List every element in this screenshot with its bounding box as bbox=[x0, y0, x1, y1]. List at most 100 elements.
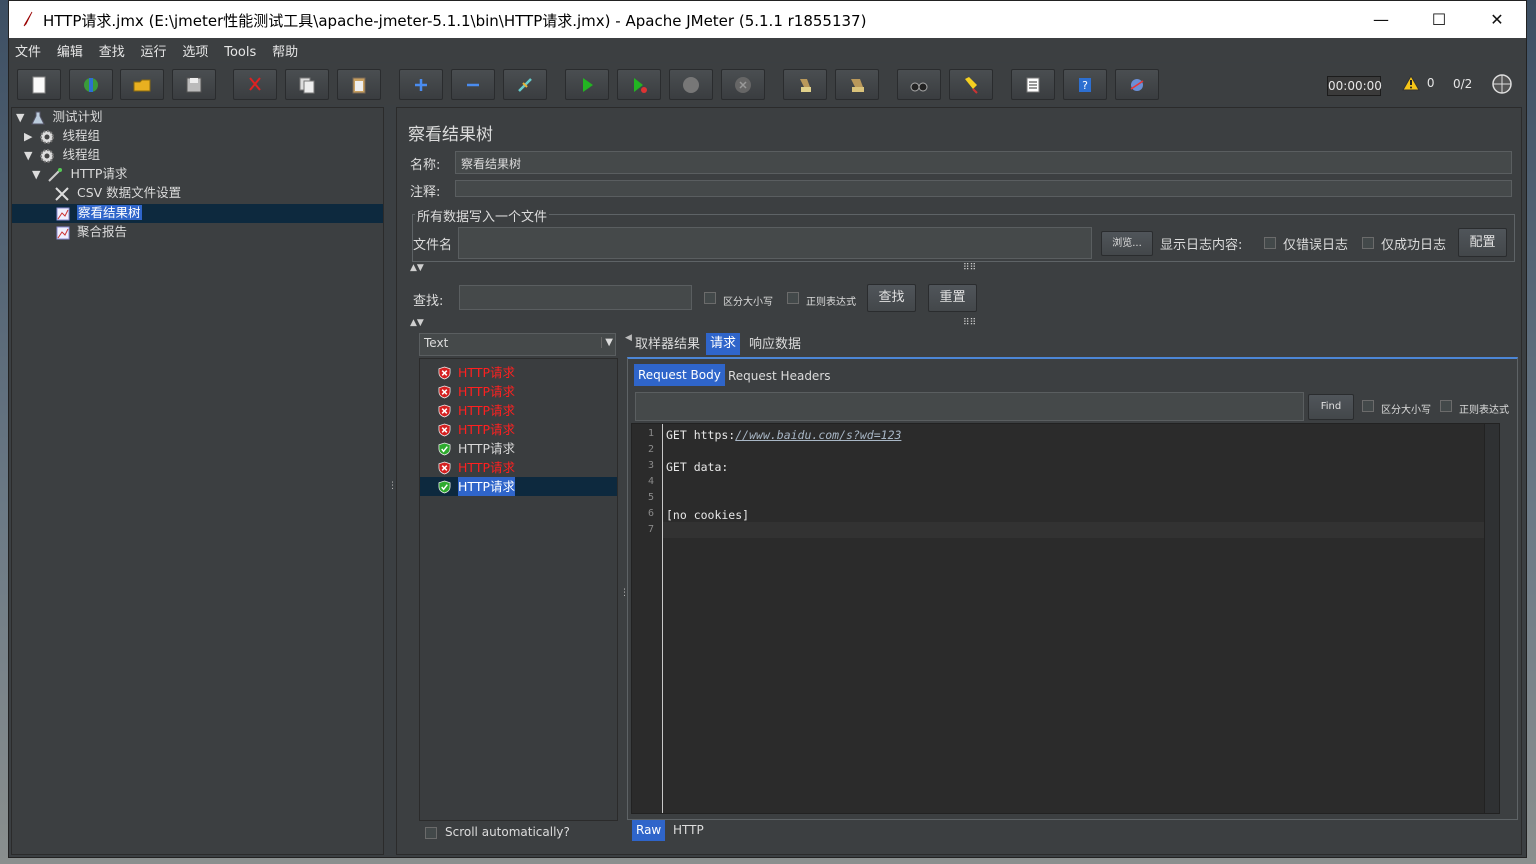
title-bar: HTTP请求.jmx (E:\jmeter性能测试工具\apache-jmete… bbox=[9, 1, 1526, 38]
maximize-icon: ☐ bbox=[1431, 10, 1447, 29]
case-sensitive-checkbox[interactable] bbox=[704, 292, 716, 304]
tab-request-body[interactable]: Request Body bbox=[634, 364, 725, 386]
tree-item-test-plan[interactable]: ▼ 测试计划 bbox=[16, 108, 102, 126]
line-number: 3 bbox=[647, 460, 654, 471]
find-button[interactable]: 查找 bbox=[867, 284, 916, 312]
tab-response-data[interactable]: 响应数据 bbox=[745, 334, 805, 356]
configure-button[interactable]: 配置 bbox=[1458, 228, 1507, 257]
menu-tools[interactable]: Tools bbox=[218, 42, 262, 63]
shutdown-button[interactable] bbox=[721, 69, 765, 100]
start-no-pause-button[interactable] bbox=[617, 69, 661, 100]
tab-raw[interactable]: Raw bbox=[632, 820, 666, 841]
play-icon bbox=[583, 77, 593, 92]
menu-run[interactable]: 运行 bbox=[135, 38, 173, 63]
errors-only-checkbox[interactable] bbox=[1264, 237, 1276, 249]
save-button[interactable] bbox=[172, 69, 216, 100]
help-button[interactable]: ? bbox=[1063, 69, 1107, 100]
drag-handle-icon[interactable]: ⠿⠿ bbox=[963, 318, 976, 328]
sample-label: HTTP请求 bbox=[458, 384, 515, 399]
renderer-select[interactable]: Text ▼ bbox=[419, 333, 616, 356]
stop-button[interactable] bbox=[669, 69, 713, 100]
detail-find-button[interactable]: Find bbox=[1308, 394, 1354, 420]
new-button[interactable] bbox=[17, 69, 61, 100]
code-text: GET data: bbox=[666, 460, 729, 474]
sample-result-row[interactable]: HTTP请求 bbox=[420, 420, 617, 439]
pipette-icon bbox=[48, 167, 63, 182]
tab-request[interactable]: 请求 bbox=[706, 333, 741, 355]
sample-result-row[interactable]: HTTP请求 bbox=[420, 363, 617, 382]
reset-search-button[interactable] bbox=[949, 69, 993, 100]
expanded-triangle-icon: ▼ bbox=[24, 148, 33, 162]
warning-indicator[interactable]: 0 bbox=[1402, 74, 1434, 91]
tree-item-thread-group-2[interactable]: ▼ 线程组 bbox=[24, 146, 100, 164]
sample-result-row[interactable]: HTTP请求 bbox=[420, 382, 617, 401]
search-input[interactable] bbox=[459, 285, 692, 310]
globe-icon[interactable] bbox=[1491, 73, 1513, 95]
reset-button[interactable]: 重置 bbox=[928, 284, 977, 312]
line-number: 2 bbox=[647, 444, 654, 455]
expand-all-button[interactable] bbox=[399, 69, 443, 100]
eraser-icon bbox=[965, 76, 978, 94]
sample-result-row[interactable]: HTTP请求 bbox=[420, 458, 617, 477]
copy-button[interactable] bbox=[285, 69, 329, 100]
collapse-up-down-icon[interactable]: ▲▼ bbox=[410, 263, 424, 273]
maximize-button[interactable]: ☐ bbox=[1410, 1, 1468, 38]
menu-file[interactable]: 文件 bbox=[9, 38, 47, 63]
warning-icon bbox=[1402, 74, 1420, 91]
tab-sampler-result[interactable]: 取样器结果 bbox=[631, 334, 704, 356]
scroll-automatically-checkbox[interactable] bbox=[425, 827, 437, 839]
drag-handle-icon[interactable]: ⠿⠿ bbox=[963, 263, 976, 273]
tab-request-headers[interactable]: Request Headers bbox=[724, 365, 835, 387]
tab-http[interactable]: HTTP bbox=[669, 819, 708, 841]
tree-item-http-request[interactable]: ▼ HTTP请求 bbox=[32, 165, 127, 183]
remote-button[interactable] bbox=[1115, 69, 1159, 100]
function-helper-button[interactable] bbox=[1011, 69, 1055, 100]
split-pane-divider[interactable]: ⋮ bbox=[387, 107, 397, 855]
collapse-up-down-icon[interactable]: ▲▼ bbox=[410, 318, 424, 328]
clear-all-button[interactable] bbox=[835, 69, 879, 100]
minimize-button[interactable]: — bbox=[1352, 1, 1410, 38]
sample-result-list: HTTP请求 HTTP请求 HTTP请求 HTTP请求 HTTP请求 HTTP请求 HTTP… bbox=[419, 358, 618, 821]
log-content-label: 显示日志内容: bbox=[1160, 238, 1243, 253]
menu-search[interactable]: 查找 bbox=[93, 38, 131, 63]
start-button[interactable] bbox=[565, 69, 609, 100]
scroll-automatically-label: Scroll automatically? bbox=[445, 825, 570, 839]
editor-vertical-scrollbar[interactable] bbox=[1484, 424, 1499, 813]
comment-label: 注释: bbox=[410, 185, 441, 200]
tree-item-csv-config[interactable]: CSV 数据文件设置 bbox=[54, 184, 181, 202]
name-field[interactable]: 察看结果树 bbox=[455, 151, 1512, 174]
detail-regex-checkbox[interactable] bbox=[1440, 400, 1452, 412]
sample-result-row[interactable]: HTTP请求 bbox=[420, 477, 617, 496]
open-button[interactable] bbox=[120, 69, 164, 100]
search-button[interactable] bbox=[897, 69, 941, 100]
expanded-triangle-icon: ▼ bbox=[16, 110, 25, 124]
menu-options[interactable]: 选项 bbox=[176, 38, 214, 63]
detail-search-input[interactable] bbox=[635, 392, 1304, 421]
renderer-selected-value: Text bbox=[424, 336, 449, 350]
comment-field[interactable] bbox=[455, 180, 1512, 197]
tree-item-thread-group-1[interactable]: ▶ 线程组 bbox=[24, 127, 100, 145]
request-body-editor[interactable]: 1 GET https://www.baidu.com/s?wd=123 2 3 GET… bbox=[631, 423, 1500, 814]
menu-edit[interactable]: 编辑 bbox=[51, 38, 89, 63]
success-only-checkbox[interactable] bbox=[1362, 237, 1374, 249]
menu-help[interactable]: 帮助 bbox=[266, 38, 304, 63]
url-link[interactable]: //www.baidu.com/s?wd=123 bbox=[735, 428, 901, 442]
filename-field[interactable] bbox=[458, 227, 1092, 259]
tree-item-view-results-tree[interactable]: 察看结果树 bbox=[56, 204, 142, 222]
jmeter-window: HTTP请求.jmx (E:\jmeter性能测试工具\apache-jmete… bbox=[8, 0, 1527, 858]
tree-item-aggregate-report[interactable]: 聚合报告 bbox=[56, 223, 127, 241]
toggle-button[interactable] bbox=[503, 69, 547, 100]
cut-button[interactable] bbox=[233, 69, 277, 100]
browse-button[interactable]: 浏览... bbox=[1101, 231, 1153, 256]
clear-button[interactable] bbox=[783, 69, 827, 100]
templates-button[interactable] bbox=[69, 69, 113, 100]
code-line: GET data: bbox=[666, 460, 728, 474]
collapsed-triangle-icon: ▶ bbox=[24, 129, 33, 143]
sample-result-row[interactable]: HTTP请求 bbox=[420, 401, 617, 420]
regex-checkbox[interactable] bbox=[787, 292, 799, 304]
collapse-all-button[interactable] bbox=[451, 69, 495, 100]
paste-button[interactable] bbox=[337, 69, 381, 100]
sample-result-row[interactable]: HTTP请求 bbox=[420, 439, 617, 458]
detail-case-checkbox[interactable] bbox=[1362, 400, 1374, 412]
close-button[interactable]: ✕ bbox=[1468, 1, 1526, 38]
